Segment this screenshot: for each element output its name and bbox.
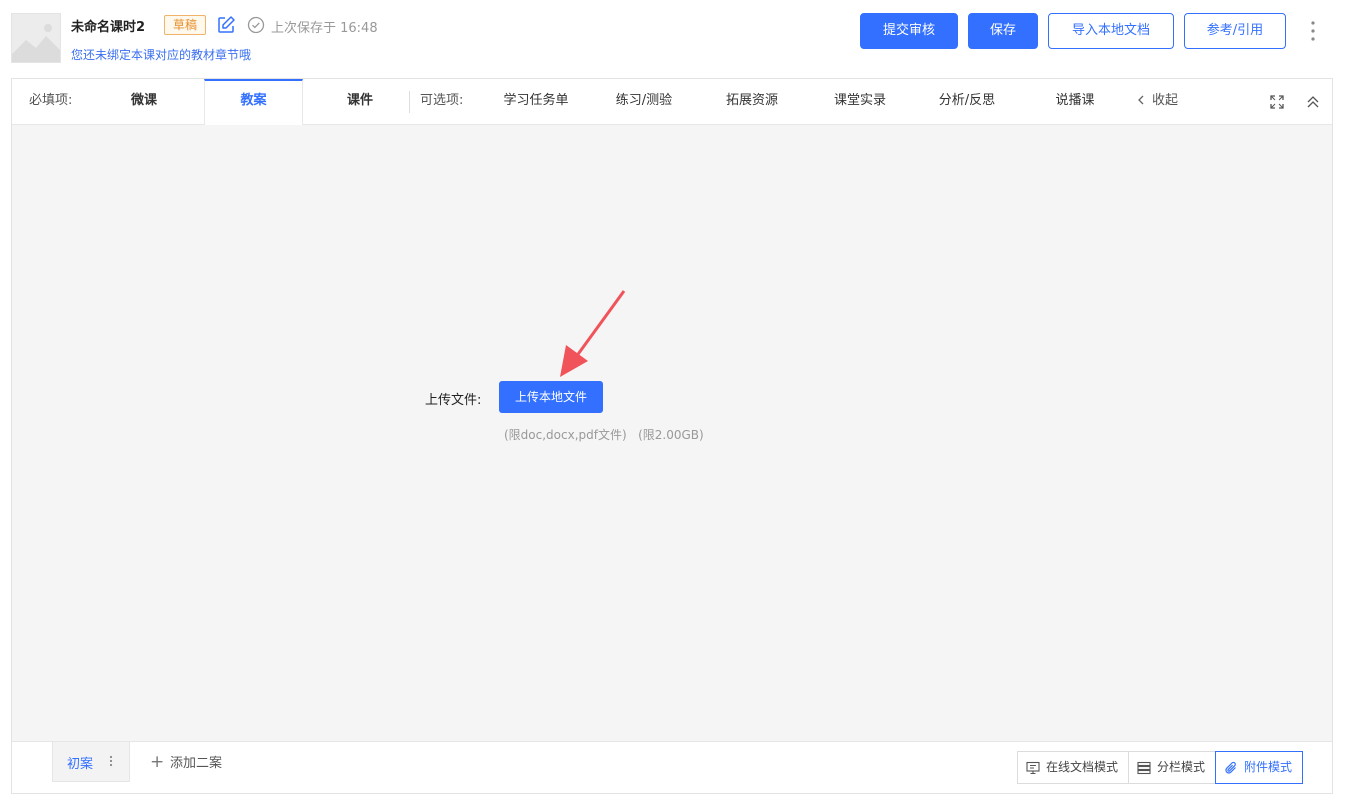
plus-icon: + xyxy=(150,752,165,772)
tab-learning-task-sheet[interactable]: 学习任务单 xyxy=(486,79,586,125)
annotation-arrow-icon xyxy=(560,290,626,377)
reference-button[interactable]: 参考/引用 xyxy=(1184,13,1286,49)
submit-review-button[interactable]: 提交审核 xyxy=(860,13,958,49)
optional-label: 可选项: xyxy=(420,93,464,108)
view-mode-switcher: 在线文档模式 分栏模式 附件模式 xyxy=(1017,751,1304,784)
collapse-label: 收起 xyxy=(1152,93,1179,108)
tab-analysis-reflection[interactable]: 分析/反思 xyxy=(917,79,1017,125)
page-header: 未命名课时2 草稿 上次保存于 16:48 您还未绑定本课对应的教材章节哦 提交… xyxy=(0,0,1347,78)
tab-exercise-quiz[interactable]: 练习/测验 xyxy=(594,79,694,125)
tab-class-recording[interactable]: 课堂实录 xyxy=(810,79,910,125)
image-placeholder-icon xyxy=(12,14,60,62)
add-second-plan-button[interactable]: + 添加二案 xyxy=(150,752,222,772)
edit-icon[interactable] xyxy=(216,15,236,35)
editor-panel: 必填项: 微课 教案 课件 可选项: 学习任务单 练习/测验 拓展资源 课堂实录… xyxy=(11,78,1333,794)
split-column-mode-label: 分栏模式 xyxy=(1157,760,1206,774)
collapse-tabs-button[interactable]: 收起 xyxy=(1136,79,1178,124)
more-vertical-icon[interactable] xyxy=(107,752,115,770)
chevron-left-icon xyxy=(1138,95,1144,105)
fullscreen-icon[interactable] xyxy=(1270,95,1284,109)
split-column-mode-button[interactable]: 分栏模式 xyxy=(1128,751,1217,784)
paperclip-icon xyxy=(1225,761,1236,774)
tab-lesson-presentation[interactable]: 说播课 xyxy=(1025,79,1125,125)
tab-micro-lesson[interactable]: 微课 xyxy=(94,79,194,125)
upload-local-file-button[interactable]: 上传本地文件 xyxy=(499,381,603,413)
online-document-mode-button[interactable]: 在线文档模式 xyxy=(1017,751,1130,784)
section-tab-bar: 必填项: 微课 教案 课件 可选项: 学习任务单 练习/测验 拓展资源 课堂实录… xyxy=(12,79,1332,125)
tab-extended-resources[interactable]: 拓展资源 xyxy=(702,79,802,125)
tab-courseware[interactable]: 课件 xyxy=(310,79,410,125)
more-vertical-icon[interactable] xyxy=(1306,18,1320,44)
draft-version-label: 初案 xyxy=(67,757,94,772)
tab-lesson-plan[interactable]: 教案 xyxy=(204,79,303,125)
import-local-document-button[interactable]: 导入本地文档 xyxy=(1048,13,1174,49)
monitor-icon xyxy=(1026,761,1040,774)
version-bar: 初案 + 添加二案 在线文档模式 分栏模式 附件模式 xyxy=(12,741,1332,793)
upload-file-label: 上传文件: xyxy=(425,393,482,408)
upload-restriction-hint: (限doc,docx,pdf文件) (限2.00GB) xyxy=(504,428,704,442)
save-button[interactable]: 保存 xyxy=(968,13,1038,49)
rows-icon xyxy=(1137,761,1151,774)
draft-status-badge: 草稿 xyxy=(164,15,207,35)
required-label: 必填项: xyxy=(29,93,73,108)
bind-textbook-chapter-link[interactable]: 您还未绑定本课对应的教材章节哦 xyxy=(71,46,251,63)
tab-divider xyxy=(409,91,410,113)
lesson-title: 未命名课时2 xyxy=(71,20,146,35)
draft-version-tab[interactable]: 初案 xyxy=(52,742,130,782)
double-chevron-up-icon[interactable] xyxy=(1306,95,1320,109)
last-saved-time: 上次保存于 16:48 xyxy=(271,21,378,36)
add-plan-label: 添加二案 xyxy=(170,756,223,771)
check-circle-icon xyxy=(247,16,265,34)
course-thumbnail[interactable] xyxy=(11,13,61,63)
online-document-mode-label: 在线文档模式 xyxy=(1046,760,1119,774)
attachment-mode-label: 附件模式 xyxy=(1244,760,1293,774)
attachment-mode-button[interactable]: 附件模式 xyxy=(1215,751,1304,784)
